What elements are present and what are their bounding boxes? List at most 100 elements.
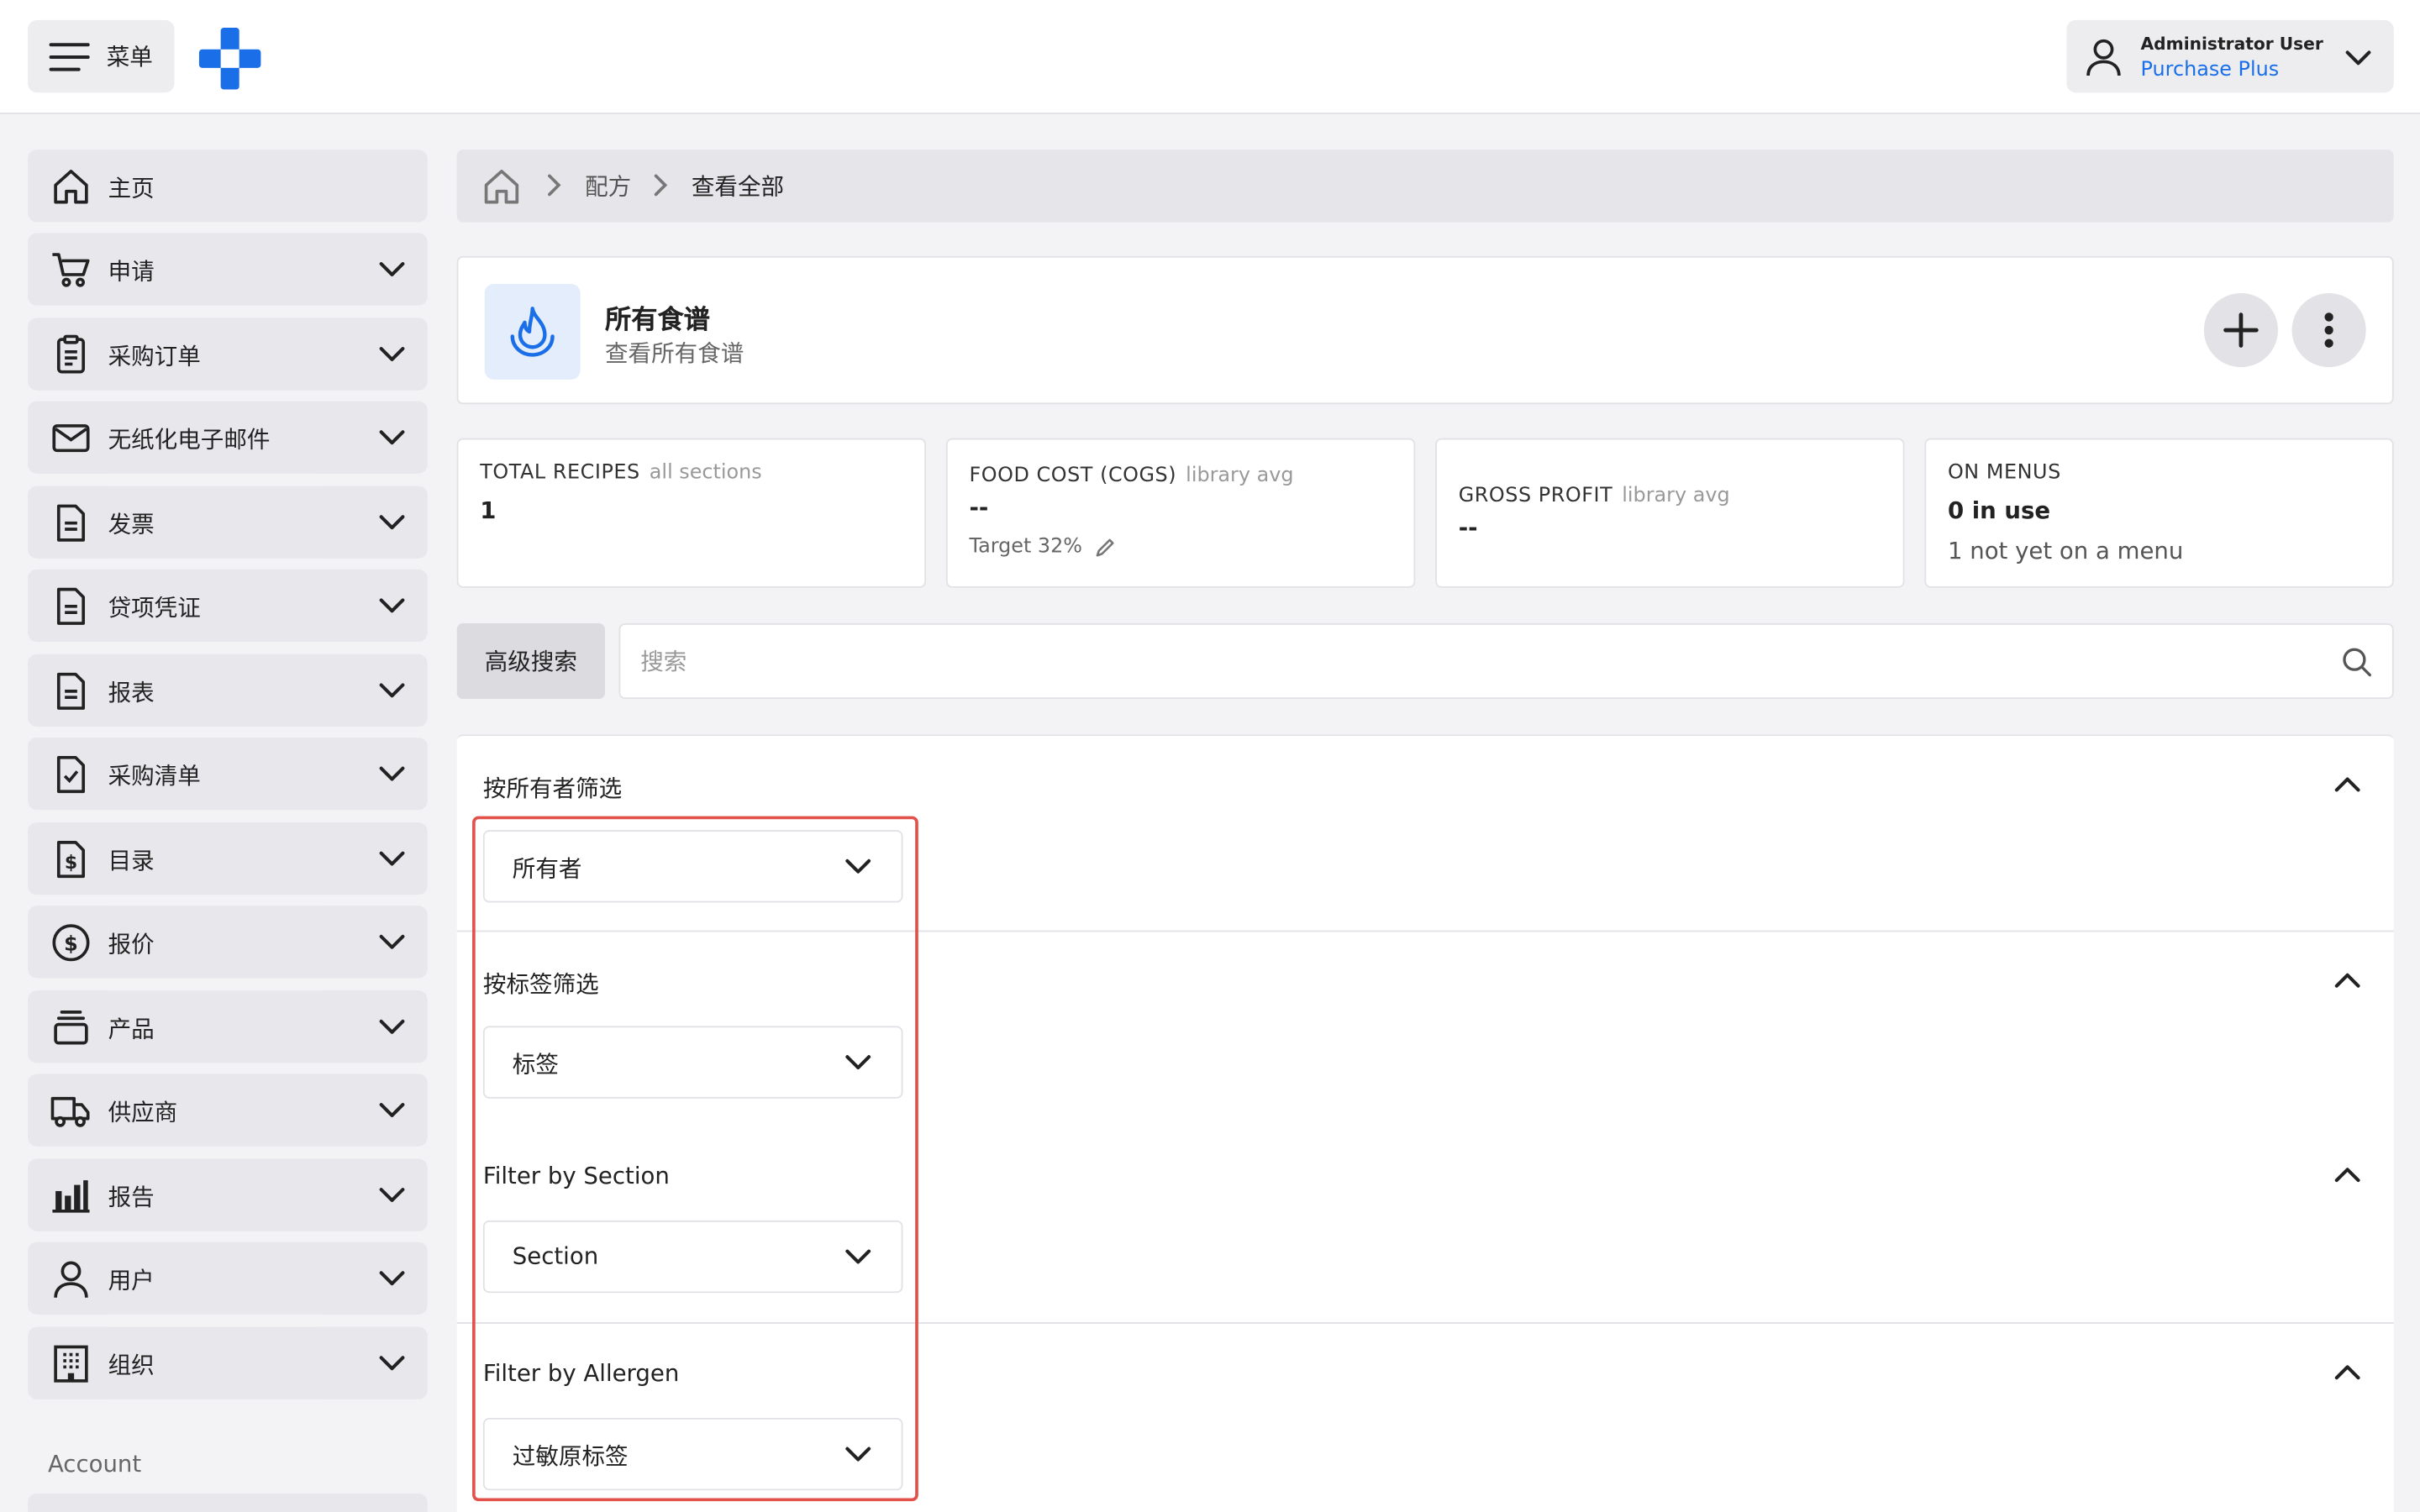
svg-text:$: $: [64, 932, 78, 955]
sidebar-item-label: 无纸化电子邮件: [108, 425, 271, 454]
chevron-down-icon: [843, 1047, 874, 1075]
sidebar-item-label: 采购订单: [108, 342, 201, 370]
sidebar: 主页 申请 采购订单 无纸化电子邮件 发票 贷项凭证 报表 采购清单 $ 目录 …: [0, 114, 448, 1512]
sidebar-item-label: 报表: [108, 679, 155, 707]
stat-sublabel: library avg: [1186, 464, 1294, 488]
chevron-up-icon[interactable]: [2332, 1359, 2363, 1387]
tag-select[interactable]: 标签: [482, 1026, 903, 1099]
stat-gross-profit: GROSS PROFIT library avg --: [1435, 438, 1905, 588]
purchase-plus-logo[interactable]: [196, 24, 264, 92]
advanced-search-button[interactable]: 高级搜索: [456, 623, 605, 700]
sidebar-item-paperless-email[interactable]: 无纸化电子邮件: [28, 401, 428, 474]
chevron-down-icon: [376, 1012, 408, 1040]
sidebar-item-statements[interactable]: 报表: [28, 654, 428, 727]
stat-label: TOTAL RECIPES: [480, 461, 640, 485]
sidebar-item-label: 报价: [108, 930, 155, 958]
chevron-right-icon: [544, 173, 566, 197]
breadcrumb-current: 查看全部: [691, 172, 785, 201]
sidebar-item-label: 组织: [108, 1351, 155, 1380]
sidebar-item-catalogs[interactable]: $ 目录: [28, 822, 428, 895]
chevron-down-icon: [2343, 43, 2374, 71]
select-value: Section: [512, 1242, 599, 1270]
sidebar-item-label: 用户: [108, 1266, 155, 1295]
filter-allergen-panel: Filter by Allergen 过敏原标签: [456, 1322, 2394, 1512]
filter-tag-panel: 按标签筛选 标签: [456, 930, 2394, 1126]
sidebar-item-label: 申请: [108, 257, 155, 286]
building-icon: [51, 1344, 92, 1384]
user-icon: [2085, 37, 2122, 77]
sidebar-item-label: 目录: [108, 847, 155, 875]
search-input[interactable]: [620, 624, 2318, 698]
sidebar-item-purchase-orders[interactable]: 采购订单: [28, 318, 428, 391]
breadcrumb: 配方 查看全部: [456, 150, 2394, 223]
cart-icon: [51, 250, 92, 291]
chevron-down-icon: [376, 927, 408, 955]
sidebar-item-home[interactable]: 主页: [28, 150, 428, 223]
stat-value: 0 in use: [1947, 496, 2051, 525]
sidebar-item-users[interactable]: 用户: [28, 1242, 428, 1315]
sidebar-item-label: 报告: [108, 1183, 155, 1211]
products-stack-icon: [51, 1007, 92, 1047]
home-icon[interactable]: [481, 166, 522, 207]
chevron-up-icon[interactable]: [2332, 1162, 2363, 1189]
sidebar-item-label: 采购清单: [108, 762, 201, 790]
select-value: 所有者: [512, 854, 582, 883]
stat-sublabel: library avg: [1622, 484, 1730, 508]
sidebar-item-suppliers[interactable]: 供应商: [28, 1074, 428, 1147]
sidebar-item-products[interactable]: 产品: [28, 990, 428, 1063]
breadcrumb-recipes-link[interactable]: 配方: [585, 170, 631, 202]
sidebar-item-reports[interactable]: 报告: [28, 1158, 428, 1231]
sidebar-item-label: 贷项凭证: [108, 594, 201, 622]
sidebar-item-requisitions[interactable]: 申请: [28, 233, 428, 306]
chevron-down-icon: [843, 1440, 874, 1467]
user-menu[interactable]: Administrator User Purchase Plus: [2066, 19, 2394, 93]
chevron-down-icon: [376, 759, 408, 787]
chevron-down-icon: [376, 339, 408, 367]
document-icon: [51, 671, 92, 711]
svg-text:$: $: [65, 853, 77, 874]
menu-button[interactable]: 菜单: [28, 19, 175, 93]
sidebar-item-credit-notes[interactable]: 贷项凭证: [28, 569, 428, 643]
chevron-right-icon: [650, 173, 671, 197]
stat-sublabel: all sections: [649, 461, 762, 485]
stat-label: FOOD COST (COGS): [969, 464, 1177, 488]
menu-label: 菜单: [106, 43, 153, 71]
pencil-icon[interactable]: [1095, 536, 1117, 558]
sidebar-item-organisations[interactable]: 组织: [28, 1326, 428, 1399]
sidebar-item-quotes[interactable]: $ 报价: [28, 906, 428, 979]
page-subtitle: 查看所有食谱: [604, 339, 744, 368]
filter-owner-panel: 按所有者筛选 所有者: [456, 734, 2394, 931]
search-icon[interactable]: [2341, 647, 2372, 678]
chevron-down-icon: [376, 844, 408, 872]
add-recipe-button[interactable]: [2203, 292, 2279, 368]
hamburger-icon: [48, 39, 91, 73]
top-bar: 菜单 Administrator User Purchase Plus: [0, 0, 2420, 114]
allergen-select[interactable]: 过敏原标签: [482, 1417, 903, 1491]
sidebar-item-label: 产品: [108, 1015, 155, 1043]
sidebar-item-buy-lists[interactable]: 采购清单: [28, 737, 428, 811]
sidebar-item-account[interactable]: [28, 1493, 428, 1512]
chevron-up-icon[interactable]: [2332, 771, 2363, 799]
section-select[interactable]: Section: [482, 1220, 903, 1294]
chevron-down-icon: [376, 591, 408, 618]
filter-section-panel: Filter by Section Section: [456, 1126, 2394, 1323]
chevron-down-icon: [376, 1180, 408, 1208]
bar-chart-icon: [51, 1176, 92, 1216]
stat-label: ON MENUS: [1947, 461, 2061, 485]
truck-icon: [50, 1091, 92, 1131]
chevron-down-icon: [376, 1095, 408, 1123]
chevron-down-icon: [376, 255, 408, 282]
chevron-up-icon[interactable]: [2332, 968, 2363, 995]
owner-select[interactable]: 所有者: [482, 830, 903, 903]
more-options-button[interactable]: [2291, 292, 2366, 368]
sidebar-item-invoices[interactable]: 发票: [28, 486, 428, 559]
chevron-down-icon: [376, 1263, 408, 1291]
stat-target: Target 32%: [969, 535, 1083, 559]
filter-title: Filter by Allergen: [482, 1359, 680, 1388]
clipboard-icon: [51, 334, 92, 375]
chevron-down-icon: [376, 507, 408, 535]
envelope-icon: [51, 418, 92, 459]
checklist-icon: [51, 754, 92, 795]
stat-total-recipes: TOTAL RECIPES all sections 1: [456, 438, 927, 588]
filter-title: 按标签筛选: [482, 970, 599, 999]
